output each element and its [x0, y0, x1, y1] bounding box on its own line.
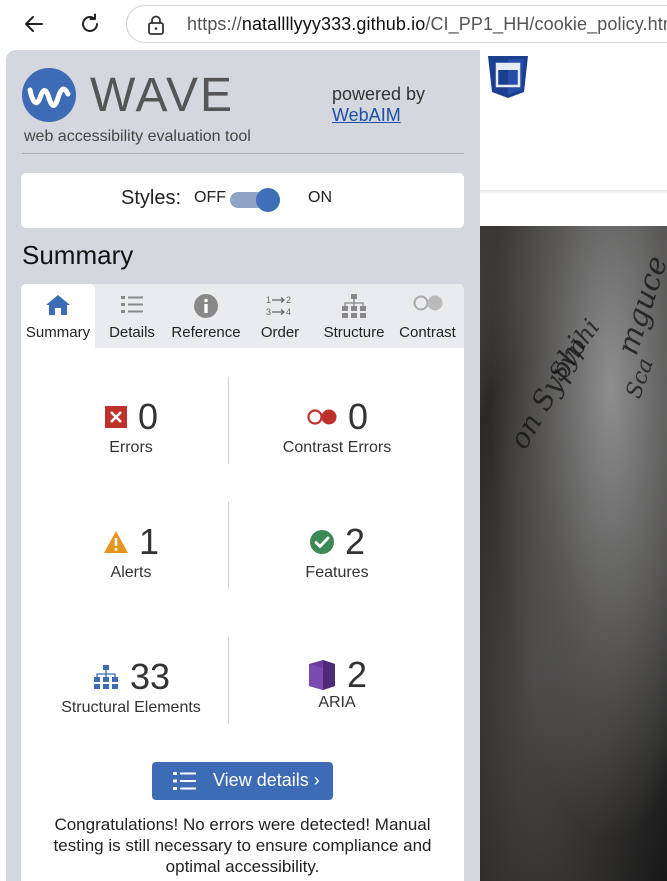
tab-label: Reference: [171, 324, 241, 341]
styles-toggle[interactable]: [230, 188, 280, 212]
features-label: Features: [305, 564, 369, 581]
back-button[interactable]: [18, 8, 50, 40]
tab-order[interactable]: 1 2 3 4 Order: [243, 284, 317, 348]
stat-aria[interactable]: 2 ARIA: [237, 652, 437, 712]
tab-label: Order: [260, 324, 300, 341]
toggle-knob[interactable]: [256, 188, 280, 212]
structural-count: 33: [129, 656, 171, 697]
errors-label: Errors: [109, 439, 153, 456]
structure-icon: [93, 665, 118, 689]
powered-by-label: powered by: [332, 84, 426, 104]
svg-text:4: 4: [286, 307, 291, 317]
webaim-link[interactable]: WebAIM: [332, 105, 425, 126]
header-divider: [22, 153, 464, 154]
toggle-on-label: ON: [308, 189, 332, 206]
congratulations-message: Congratulations! No errors were detected…: [53, 815, 432, 876]
summary-heading: Summary: [22, 240, 134, 270]
svg-text:1: 1: [266, 295, 271, 305]
view-details-button[interactable]: View details ›: [152, 762, 333, 800]
feature-icon: [309, 530, 334, 554]
error-icon: [104, 406, 127, 428]
home-icon: [46, 295, 70, 315]
styles-toggle-card: Styles: OFF ON: [21, 173, 464, 228]
errors-count: 0: [137, 396, 159, 437]
wave-tagline: web accessibility evaluation tool: [24, 128, 251, 145]
wave-panel: WAVE web accessibility evaluation tool p…: [6, 50, 480, 881]
contrast-error-icon: [307, 409, 337, 425]
hero-image: mguce on Syphi Syphi Sca: [480, 226, 667, 881]
tab-summary[interactable]: Summary: [21, 284, 95, 348]
stat-structural-elements[interactable]: 33 Structural Elements: [31, 657, 231, 717]
url-text[interactable]: https://natallllyyy333.github.io/CI_PP1_…: [187, 14, 667, 35]
features-count: 2: [344, 521, 366, 562]
alerts-count: 1: [138, 521, 160, 562]
order-icon: 1 2 3 4: [266, 295, 291, 317]
reload-icon: [82, 13, 98, 32]
powered-by: powered by WebAIM: [332, 84, 425, 126]
aria-label: ARIA: [318, 694, 356, 711]
toggle-off-label: OFF: [194, 189, 226, 206]
url-scheme: https://: [187, 14, 242, 34]
url-domain: natallllyyy333.github.io: [241, 14, 426, 34]
tab-label: Details: [109, 324, 155, 341]
contrast-icon: [413, 295, 442, 311]
contrast-errors-count: 0: [347, 396, 369, 437]
wave-logo-icon: [22, 68, 76, 122]
page-header-shadow: [480, 190, 667, 194]
tab-label: Contrast: [399, 324, 456, 341]
url-path: /CI_PP1_HH/cookie_policy.html: [425, 14, 667, 34]
stat-contrast-errors[interactable]: 0 Contrast Errors: [237, 397, 437, 457]
address-bar[interactable]: https://natallllyyy333.github.io/CI_PP1_…: [126, 5, 667, 43]
browser-toolbar: https://natallllyyy333.github.io/CI_PP1_…: [0, 0, 667, 48]
svg-text:2: 2: [286, 295, 291, 305]
list-icon: [121, 296, 143, 313]
structural-label: Structural Elements: [61, 699, 201, 716]
hero-script-text: mguce: [610, 251, 667, 360]
alert-icon: [103, 531, 128, 553]
tab-reference[interactable]: Reference: [169, 284, 243, 348]
css3-logo-icon: [488, 56, 528, 98]
arrow-left-icon: [25, 16, 43, 32]
info-icon: [194, 294, 218, 318]
tab-label: Structure: [323, 324, 385, 341]
alerts-label: Alerts: [110, 564, 152, 581]
list-icon: [173, 772, 196, 790]
summary-content: 0 Errors 0 Contrast Errors 1 Alerts 2 Fe…: [21, 348, 464, 881]
aria-count: 2: [346, 653, 368, 695]
tab-label: Summary: [25, 324, 91, 341]
view-details-label: View details ›: [213, 770, 320, 790]
tab-contrast[interactable]: Contrast: [391, 284, 464, 348]
tab-structure[interactable]: Structure: [317, 284, 391, 348]
reload-button[interactable]: [74, 8, 106, 40]
styles-label: Styles:: [121, 187, 182, 209]
wave-brand: WAVE: [90, 69, 235, 122]
svg-text:3: 3: [266, 307, 271, 317]
aria-icon: [308, 659, 335, 690]
tab-details[interactable]: Details: [95, 284, 169, 348]
hero-script-text: Sca: [621, 355, 659, 402]
contrast-errors-label: Contrast Errors: [282, 439, 392, 456]
structure-icon: [342, 294, 366, 318]
wave-tabs: Summary Details Reference 1 2 3 4 Order …: [21, 284, 464, 348]
stat-alerts[interactable]: 1 Alerts: [31, 522, 231, 582]
stat-features[interactable]: 2 Features: [237, 522, 437, 582]
lock-icon[interactable]: [147, 15, 165, 35]
stat-errors[interactable]: 0 Errors: [31, 397, 231, 457]
